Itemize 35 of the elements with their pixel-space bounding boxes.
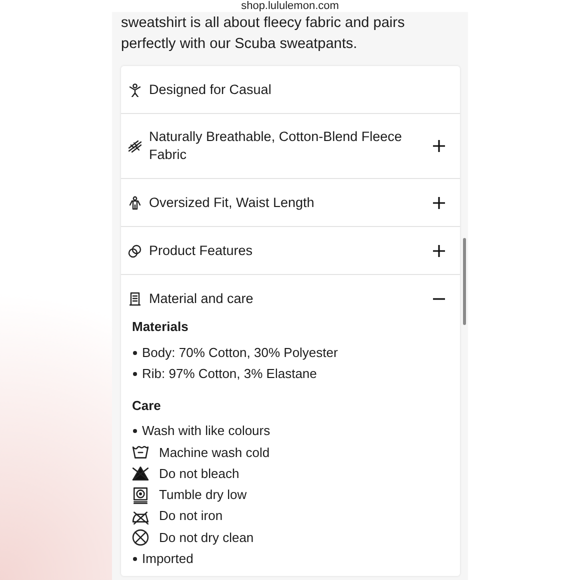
scrollbar[interactable] [463, 238, 466, 325]
care-text: Machine wash cold [159, 444, 270, 462]
section-title: Oversized Fit, Waist Length [149, 194, 316, 212]
plus-icon[interactable] [432, 244, 446, 258]
bullet-icon [133, 557, 137, 562]
care-text: Do not bleach [159, 464, 240, 483]
care-text: Rib: 97% Cotton, 3% Elastane [142, 364, 317, 383]
plus-icon[interactable] [432, 139, 446, 153]
description-text: sweatshirt is all about fleecy fabric and pairs perfectly with our Scuba sweatpants. [121, 14, 406, 54]
person-icon [128, 82, 142, 96]
crossed-circle-icon [132, 529, 149, 546]
section-title: Naturally Breathable, Cotton-Blend Fleece Fabric [149, 128, 403, 164]
plus-icon[interactable] [432, 196, 446, 210]
stitched-line-icon [128, 139, 142, 153]
care-text: Do not dry clean [159, 528, 254, 547]
circles-icon [128, 244, 142, 258]
tumble-dry-icon [132, 486, 149, 504]
care-text: Do not iron [159, 507, 223, 526]
care-text: Imported [142, 550, 194, 568]
group-heading: Care [132, 396, 162, 415]
url-text[interactable]: shop.lululemon.com [241, 0, 339, 12]
bullet-icon [133, 350, 137, 355]
figure-icon [128, 196, 142, 210]
bullet-icon [133, 429, 137, 434]
bullet-icon [133, 372, 137, 376]
care-text: Tumble dry low [159, 486, 247, 504]
section-title: Material and care [149, 290, 254, 308]
wash-tub-icon [132, 444, 149, 462]
section-title: Designed for Casual [149, 80, 272, 98]
group-heading: Materials [132, 318, 190, 336]
care-text: Wash with like colours [142, 422, 270, 440]
scroll-icon [128, 292, 142, 306]
section-title: Product Features [149, 242, 254, 260]
crossed-triangle-icon [132, 465, 149, 482]
care-text: Body: 70% Cotton, 30% Polyester [142, 344, 338, 362]
